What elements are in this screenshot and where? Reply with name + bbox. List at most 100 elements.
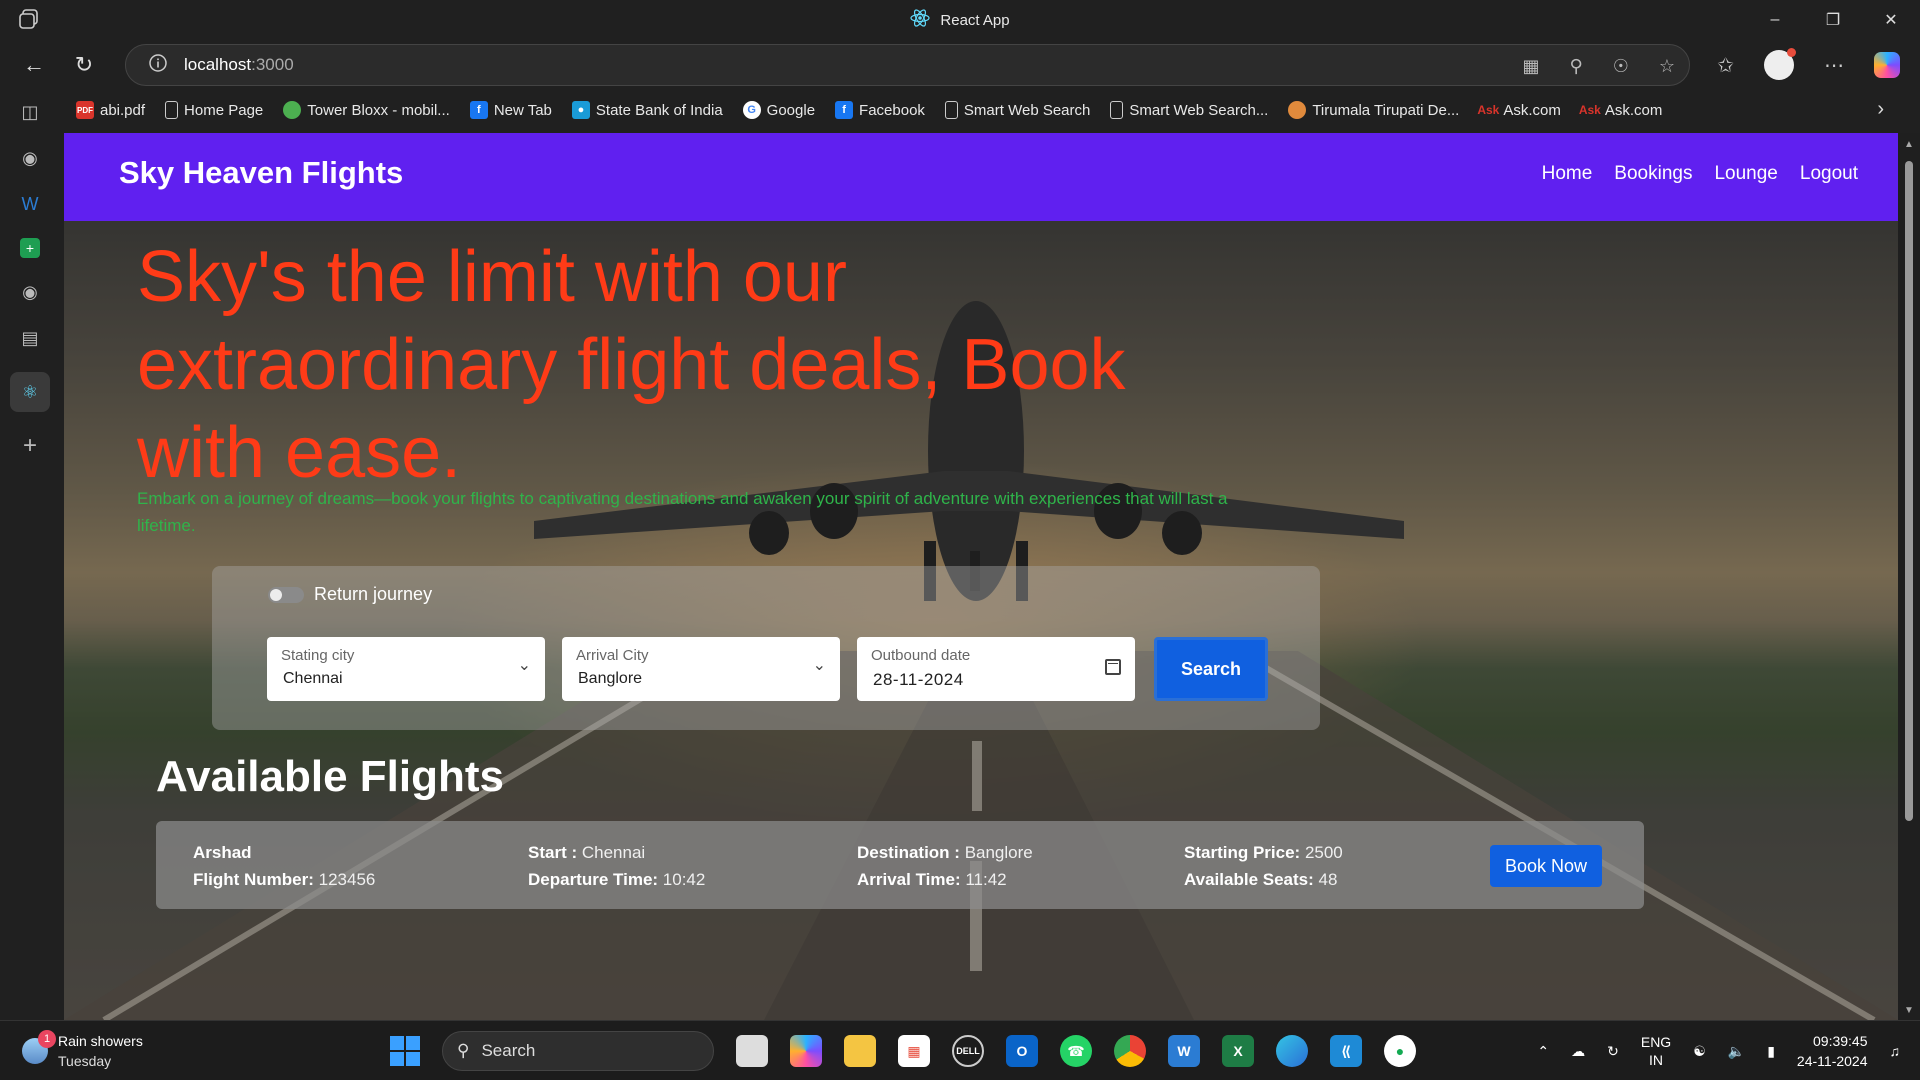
file-explorer-icon[interactable] (844, 1035, 876, 1067)
whatsapp-icon[interactable]: ☎ (1060, 1035, 1092, 1067)
chevron-right-icon[interactable]: › (1877, 98, 1884, 121)
outbound-date-label: Outbound date (871, 647, 971, 664)
language-indicator[interactable]: ENG IN (1641, 1033, 1671, 1069)
site-brand[interactable]: Sky Heaven Flights (119, 155, 403, 191)
scroll-up-icon[interactable]: ▲ (1904, 139, 1914, 150)
zoom-icon[interactable]: ⚲ (1570, 56, 1583, 77)
nav-bookings-link[interactable]: Bookings (1614, 163, 1692, 185)
taskbar-search[interactable]: ⚲ Search (442, 1031, 714, 1071)
notification-bell-icon[interactable]: ♫ (1890, 1043, 1901, 1059)
nav-logout-link[interactable]: Logout (1800, 163, 1858, 185)
github-icon[interactable]: ◉ (17, 280, 43, 304)
search-button[interactable]: Search (1154, 637, 1268, 701)
word-app-icon[interactable]: W (1168, 1035, 1200, 1067)
bookmark-item[interactable]: f Facebook (835, 101, 925, 119)
search-icon: ⚲ (457, 1041, 470, 1060)
weather-widget[interactable]: 1 Rain showers Tuesday (22, 1030, 143, 1071)
tab-title: React App (940, 11, 1010, 29)
copilot-icon[interactable] (1874, 52, 1900, 78)
github-icon[interactable]: ◉ (17, 146, 43, 170)
return-journey-toggle[interactable] (268, 586, 304, 603)
refresh-icon[interactable]: ↻ (64, 45, 104, 85)
calendar-icon[interactable]: ▤ (17, 326, 43, 350)
page-icon (165, 101, 179, 119)
url-text[interactable]: localhost:3000 (184, 55, 294, 75)
reading-view-icon[interactable]: ☉ (1613, 56, 1629, 77)
tab-actions-icon[interactable]: ◫ (17, 100, 43, 124)
start-windows-icon[interactable] (390, 1036, 420, 1066)
profile-avatar[interactable] (1764, 48, 1796, 80)
hero-headline: Sky's the limit with our extraordinary f… (137, 237, 1126, 493)
wifi-icon[interactable]: ☯ (1693, 1043, 1706, 1060)
outlook-icon[interactable]: O (1006, 1035, 1038, 1067)
starting-city-select[interactable]: Stating city Chennai ⌄ (267, 637, 545, 701)
arrival-city-select[interactable]: Arrival City Banglore ⌄ (562, 637, 840, 701)
bookmark-item[interactable]: Smart Web Search (944, 101, 1090, 119)
calendar-icon[interactable] (1105, 659, 1121, 675)
nav-lounge-link[interactable]: Lounge (1714, 163, 1777, 185)
starting-city-label: Stating city (281, 647, 355, 664)
mongodb-icon[interactable]: ● (1384, 1035, 1416, 1067)
available-flights-title: Available Flights (156, 752, 505, 801)
bookmark-item[interactable]: ● State Bank of India (571, 101, 723, 119)
workspaces-icon[interactable] (18, 8, 44, 32)
bookmark-item[interactable]: PDF abi.pdf (76, 101, 145, 119)
browser-sidebar: ◫ ◉ W + ◉ ▤ ⚛ + (0, 90, 60, 1020)
window-titlebar: React App – ❐ ✕ (0, 0, 1920, 40)
bookmark-item[interactable]: f New Tab (469, 101, 552, 119)
battery-icon[interactable]: ▮ (1767, 1043, 1775, 1060)
site-info-icon[interactable] (148, 53, 168, 78)
app-available-icon[interactable]: ▦ (1523, 56, 1540, 77)
bookmark-item[interactable]: Home Page (165, 101, 263, 119)
restore-button[interactable]: ❐ (1804, 0, 1862, 40)
ms-store-icon[interactable]: ▦ (898, 1035, 930, 1067)
dell-icon[interactable]: DELL (952, 1035, 984, 1067)
scroll-thumb[interactable] (1905, 161, 1913, 821)
page-scrollbar[interactable]: ▲ ▼ (1898, 133, 1920, 1020)
flight-search-form: Return journey Stating city Chennai ⌄ Ar… (212, 566, 1320, 730)
outbound-date-input[interactable]: Outbound date 28-11-2024 (857, 637, 1135, 701)
weather-rain-icon: 1 (22, 1030, 56, 1064)
task-view-icon[interactable] (736, 1035, 768, 1067)
favorite-star-icon[interactable]: ☆ (1659, 56, 1675, 77)
bookmark-item[interactable]: Smart Web Search... (1110, 101, 1268, 119)
excel-icon[interactable]: X (1222, 1035, 1254, 1067)
address-bar[interactable]: localhost:3000 ▦ ⚲ ☉ ☆ (125, 44, 1690, 86)
favorites-icon[interactable]: ✩ (1717, 53, 1734, 78)
arrival-time: 11:42 (965, 870, 1007, 889)
react-app-icon[interactable]: ⚛ (10, 372, 50, 412)
onedrive-icon[interactable]: ☁ (1571, 1043, 1585, 1060)
destination-city: Banglore (964, 843, 1033, 862)
minimize-button[interactable]: – (1746, 0, 1804, 40)
bookmark-item[interactable]: Tower Bloxx - mobil... (283, 101, 450, 119)
edge-icon[interactable] (1276, 1035, 1308, 1067)
window-title: React App (910, 8, 1010, 32)
site-header: Sky Heaven Flights Home Bookings Lounge … (64, 133, 1898, 221)
book-now-button[interactable]: Book Now (1490, 845, 1602, 887)
windows-taskbar: 1 Rain showers Tuesday ⚲ Search ▦ DELL O… (0, 1020, 1920, 1080)
scroll-down-icon[interactable]: ▼ (1904, 1005, 1914, 1016)
clock[interactable]: 09:39:45 24-11-2024 (1797, 1031, 1868, 1071)
page-icon (944, 101, 958, 119)
react-logo-icon (910, 8, 930, 32)
sync-icon[interactable]: ↻ (1607, 1043, 1619, 1060)
word-icon[interactable]: W (17, 192, 43, 216)
bookmark-item[interactable]: G Google (742, 101, 815, 119)
close-button[interactable]: ✕ (1862, 0, 1920, 40)
chevron-up-icon[interactable]: ⌃ (1537, 1043, 1549, 1060)
google-icon: G (742, 101, 761, 119)
volume-icon[interactable]: 🔈 (1728, 1043, 1745, 1060)
bookmark-item[interactable]: Tirumala Tirupati De... (1288, 101, 1459, 119)
taskbar-search-label: Search (481, 1041, 536, 1060)
flight-card: Arshad Flight Number: 123456 Start : Che… (156, 821, 1644, 909)
nav-home-link[interactable]: Home (1542, 163, 1593, 185)
bookmark-item[interactable]: Ask Ask.com (1579, 101, 1663, 119)
back-arrow-icon[interactable]: ← (14, 45, 54, 85)
chrome-icon[interactable] (1114, 1035, 1146, 1067)
more-options-icon[interactable]: ⋯ (1824, 53, 1844, 78)
vscode-icon[interactable]: ⟪ (1330, 1035, 1362, 1067)
copilot-app-icon[interactable] (790, 1035, 822, 1067)
bookmark-item[interactable]: Ask Ask.com (1477, 101, 1561, 119)
sheets-icon[interactable]: + (20, 238, 40, 258)
add-icon[interactable]: + (17, 432, 43, 459)
